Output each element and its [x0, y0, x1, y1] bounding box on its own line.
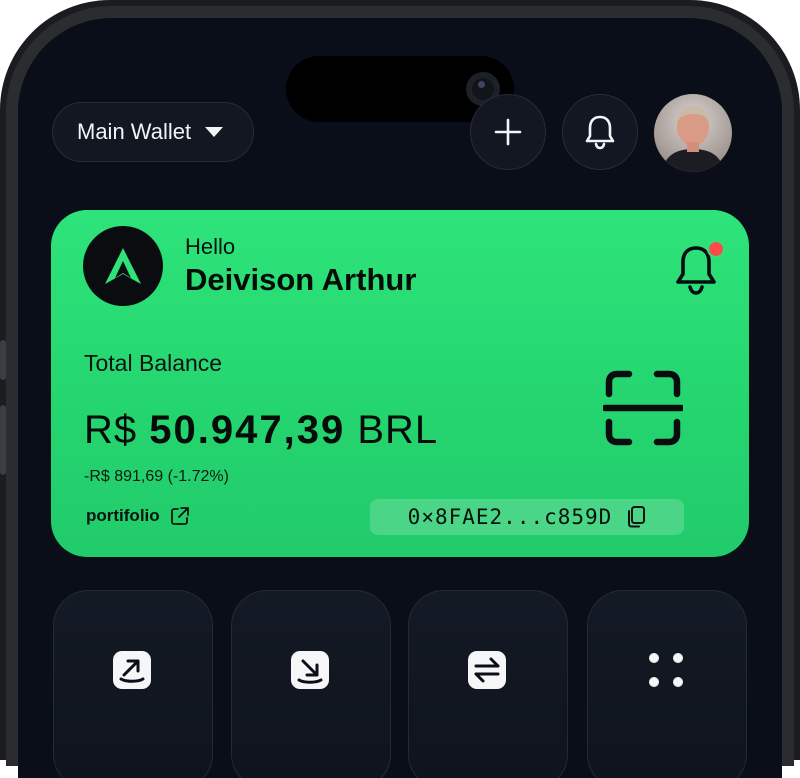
- currency-prefix: R$: [84, 408, 138, 452]
- portfolio-label: portifolio: [86, 506, 160, 525]
- more-grid-icon: [645, 649, 687, 691]
- portfolio-link[interactable]: portifolio: [86, 506, 190, 526]
- user-name: Deivison Arthur: [185, 262, 417, 297]
- caret-down-icon: [205, 127, 224, 137]
- avatar[interactable]: [654, 94, 732, 172]
- receive-action-tile[interactable]: [231, 590, 391, 778]
- side-button-volume-up: [0, 405, 6, 475]
- plus-icon: [494, 118, 522, 146]
- wallet-address-chip[interactable]: 0×8FAE2...c859D: [370, 499, 684, 535]
- balance-change: -R$ 891,69 (-1.72%): [84, 468, 229, 485]
- currency-suffix: BRL: [357, 408, 439, 452]
- profile-photo: [662, 106, 724, 172]
- screen: Main Wallet Hello Deivison Arthur Total …: [18, 18, 782, 778]
- notification-dot: [707, 240, 725, 258]
- swap-action-tile[interactable]: [408, 590, 568, 778]
- balance-amount: 50.947,39: [149, 408, 346, 452]
- copy-icon[interactable]: [626, 505, 646, 529]
- send-action-tile[interactable]: [53, 590, 213, 778]
- total-balance-label: Total Balance: [84, 350, 223, 376]
- external-link-icon: [170, 507, 189, 525]
- notifications-button[interactable]: [562, 94, 638, 170]
- receive-icon: [289, 649, 331, 691]
- add-button[interactable]: [470, 94, 546, 170]
- swap-icon: [466, 649, 508, 691]
- app-logo-icon: [83, 226, 163, 306]
- send-icon: [111, 649, 153, 691]
- balance-card: Hello Deivison Arthur Total Balance R$ 5…: [51, 210, 749, 557]
- bell-icon: [585, 115, 615, 150]
- more-action-tile[interactable]: [587, 590, 747, 778]
- wallet-address: 0×8FAE2...c859D: [407, 505, 613, 529]
- wallet-selector-label: Main Wallet: [77, 119, 192, 144]
- side-button-silent: [0, 340, 6, 380]
- total-balance: R$ 50.947,39 BRL: [84, 408, 438, 453]
- scan-qr-icon[interactable]: [603, 370, 683, 446]
- greeting: Hello: [185, 234, 236, 259]
- wallet-selector[interactable]: Main Wallet: [52, 102, 254, 162]
